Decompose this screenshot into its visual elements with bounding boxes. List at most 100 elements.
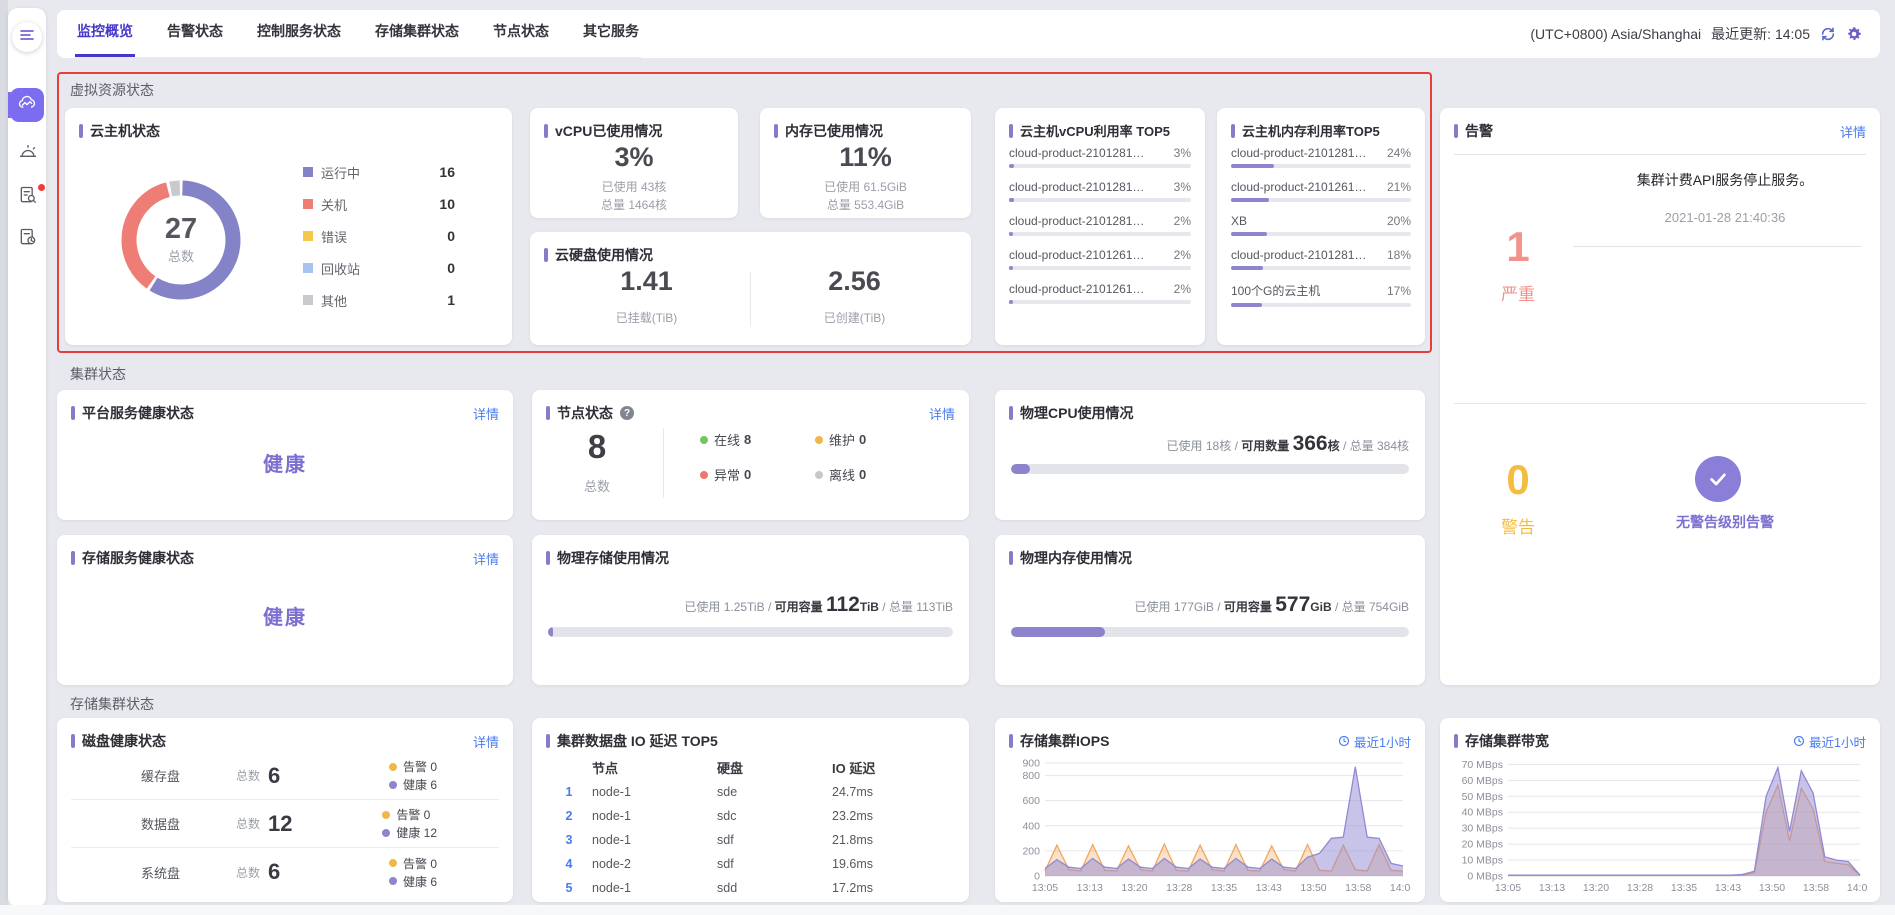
legend-item-其他: 其他1 — [303, 284, 483, 316]
refresh-icon[interactable] — [1820, 26, 1836, 42]
legend-value: 16 — [439, 164, 483, 180]
top5-name: cloud-product-2101281… — [1009, 180, 1144, 194]
bandwidth-chart: 70 MBps60 MBps50 MBps40 MBps30 MBps20 MB… — [1450, 752, 1868, 896]
y-tick-label: 30 MBps — [1462, 823, 1503, 835]
x-tick-label: 13:13 — [1077, 882, 1103, 894]
iops-range-selector[interactable]: 最近1小时 — [1338, 732, 1411, 751]
card-platform-health: 平台服务健康状态详情 健康 — [57, 390, 513, 520]
section-label-storage-cluster: 存储集群状态 — [70, 694, 154, 714]
bandwidth-range-selector[interactable]: 最近1小时 — [1793, 732, 1866, 751]
y-tick-label: 400 — [1022, 820, 1040, 832]
disk-type-label: 系统盘 — [141, 863, 236, 882]
top5-row-line: cloud-product-2101281…3% — [1009, 180, 1191, 194]
disk-mounted: 1.41 已挂载(TiB) — [544, 266, 749, 326]
host-total-label: 总数 — [111, 246, 251, 265]
range-label-text: 最近1小时 — [1809, 732, 1866, 751]
io-row-cell: sdf — [717, 833, 832, 847]
alert-message[interactable]: 集群计费API服务停止服务。 — [1590, 170, 1860, 190]
y-tick-label: 20 MBps — [1462, 839, 1503, 851]
tab-3[interactable]: 控制服务状态 — [255, 21, 343, 57]
alert-timestamp: 2021-01-28 21:40:36 — [1590, 210, 1860, 225]
status-dot — [389, 859, 397, 867]
top5-row-line: cloud-product-2101281… 2% — [1009, 214, 1191, 228]
tab-5[interactable]: 节点状态 — [491, 21, 551, 57]
memory-used: 已使用 61.5GiB — [760, 178, 971, 195]
x-tick-label: 13:35 — [1671, 882, 1697, 894]
disk-health-detail-link[interactable]: 详情 — [473, 732, 499, 751]
top5-row: cloud-product-2101261…2% — [1009, 282, 1191, 304]
divider — [1454, 154, 1866, 155]
disk-legend-item: 健康 12 — [382, 824, 437, 842]
physmem-avail-label: 可用容量 — [1224, 600, 1275, 614]
warning-label: 警告 — [1468, 513, 1568, 538]
top5-percent: 2% — [1174, 214, 1191, 228]
top5-row-line: XB20% — [1231, 214, 1411, 228]
y-tick-label: 800 — [1022, 770, 1040, 782]
top5-bar-track — [1231, 266, 1411, 270]
legend-value: 0 — [447, 260, 483, 276]
sidebar-item-report-history[interactable] — [17, 228, 39, 250]
y-tick-label: 40 MBps — [1462, 807, 1503, 819]
node-item-value: 0 — [744, 467, 751, 482]
io-row-index: 1 — [546, 785, 592, 799]
tab-4[interactable]: 存储集群状态 — [373, 21, 461, 57]
top5-name: cloud-product-2101281… — [1009, 214, 1144, 228]
top5-percent: 3% — [1174, 146, 1191, 160]
help-icon[interactable]: ? — [620, 406, 634, 420]
status-dot — [389, 763, 397, 771]
tab-6[interactable]: 其它服务 — [581, 21, 641, 57]
sidebar-item-report-search[interactable] — [17, 186, 39, 208]
disk-created: 2.56 已创建(TiB) — [752, 266, 957, 326]
clock-icon — [1338, 735, 1350, 747]
collapse-menu-button[interactable] — [12, 22, 42, 52]
card-title-text: 存储服务健康状态 — [82, 548, 194, 568]
memory-percent: 11% — [760, 142, 971, 173]
tab-2[interactable]: 告警状态 — [165, 21, 225, 57]
storage-used: 已使用 1.25TiB / — [684, 600, 774, 614]
legend-item-关机: 关机10 — [303, 188, 483, 220]
card-title-text: 磁盘健康状态 — [82, 731, 166, 751]
disk-mounted-value: 1.41 — [544, 266, 749, 297]
card-storage-health: 存储服务健康状态详情 健康 — [57, 535, 513, 685]
io-header-col: 节点 — [592, 758, 717, 777]
top5-row: XB20% — [1231, 214, 1411, 236]
alerts-detail-link[interactable]: 详情 — [1840, 122, 1866, 141]
tab-1[interactable]: 监控概览 — [75, 21, 135, 57]
x-tick-label: 13:43 — [1715, 882, 1741, 894]
legend-label: 回收站 — [321, 259, 360, 278]
memory-total: 总量 553.4GiB — [760, 196, 971, 213]
platform-health-detail-link[interactable]: 详情 — [473, 404, 499, 423]
top5-row-line: cloud-product-2101261…21% — [1231, 180, 1411, 194]
iops-chart: 900800600400200013:0513:1313:2013:2813:3… — [1009, 752, 1411, 896]
io-row-cell: sdd — [717, 881, 832, 895]
cloud-monitor-icon — [17, 93, 37, 118]
legend-swatch — [303, 199, 313, 209]
y-tick-label: 10 MBps — [1462, 855, 1503, 867]
disk-legend-label: 健康 6 — [403, 873, 437, 890]
top5-name: cloud-product-2101281… — [1231, 248, 1366, 262]
donut-center: 27 总数 — [111, 214, 251, 265]
node-status-item-在线: 在线8 — [700, 430, 815, 449]
title-marker — [79, 124, 83, 138]
card-title-text: 告警 — [1465, 121, 1493, 141]
x-tick-label: 13:50 — [1300, 882, 1326, 894]
sidebar-item-monitor-overview[interactable] — [10, 88, 44, 122]
card-io-latency-top5: 集群数据盘 IO 延迟 TOP5 节点硬盘IO 延迟1node-1sde24.7… — [532, 718, 969, 902]
top5-bar-fill — [1009, 198, 1014, 202]
title-marker — [1231, 124, 1235, 138]
physmem-avail-value: 577 — [1275, 593, 1310, 616]
node-status-detail-link[interactable]: 详情 — [929, 404, 955, 423]
gear-icon[interactable] — [1846, 26, 1862, 42]
legend-swatch — [303, 295, 313, 305]
storage-health-detail-link[interactable]: 详情 — [473, 549, 499, 568]
horizontal-scrollbar-track[interactable] — [0, 905, 1895, 915]
clock-icon — [1793, 735, 1805, 747]
cpu-stat-line: 已使用 18核 / 可用数量 366核 / 总量 384核 — [1167, 432, 1409, 456]
sidebar-item-alarm[interactable] — [17, 144, 39, 166]
x-tick-label: 13:20 — [1583, 882, 1609, 894]
legend-value: 10 — [439, 196, 483, 212]
top5-row: 100个G的云主机17% — [1231, 282, 1411, 307]
status-dot — [382, 829, 390, 837]
top5-name: cloud-product-2101281… — [1231, 146, 1366, 160]
io-row-index: 4 — [546, 857, 592, 871]
